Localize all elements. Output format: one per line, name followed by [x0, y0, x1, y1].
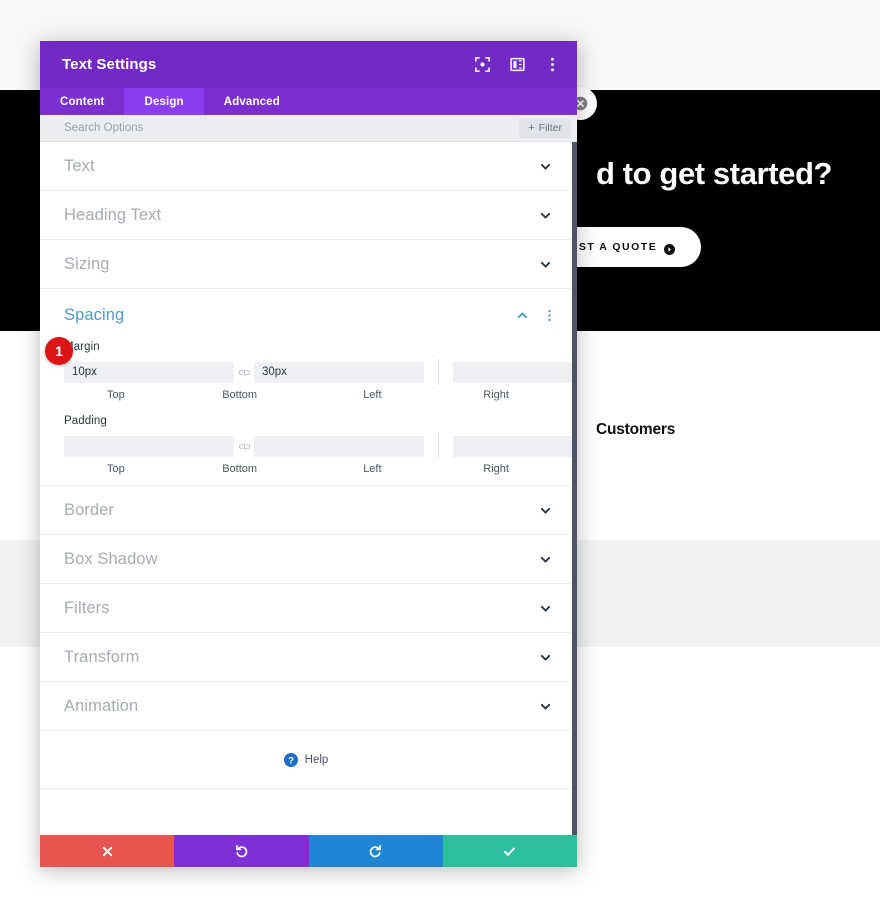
link-broken-icon[interactable] [234, 442, 254, 451]
search-options-row: + Filter [40, 115, 577, 142]
more-vertical-icon[interactable] [544, 56, 561, 73]
padding-horizontal-sublabels: Left Right [321, 463, 549, 475]
margin-left-input[interactable] [453, 361, 572, 383]
quad-divider [438, 433, 439, 459]
section-spacing-header[interactable]: Spacing [40, 289, 572, 341]
cta-heading: d to get started? [596, 156, 833, 191]
modal-header-icons [474, 56, 561, 73]
section-row-transform[interactable]: Transform [40, 633, 572, 682]
margin-horizontal-sublabels: Left Right [321, 389, 549, 401]
margin-horizontal-pair [453, 361, 572, 383]
padding-inputs-row [64, 433, 572, 459]
margin-field-group: Margin 1 10px 30px Top Bottom Left Right [40, 337, 572, 401]
section-row-border[interactable]: Border [40, 486, 572, 535]
margin-inputs-row: 1 [45, 337, 572, 385]
discard-button[interactable] [40, 835, 175, 867]
padding-horizontal-pair [453, 435, 572, 457]
section-title: Transform [64, 647, 140, 666]
padding-label: Padding [64, 415, 107, 427]
modal-tabs: Content Design Advanced [40, 88, 577, 115]
focus-target-icon[interactable] [474, 56, 491, 73]
tab-advanced[interactable]: Advanced [204, 88, 300, 115]
modal-title: Text Settings [62, 56, 157, 73]
section-spacing-icons [516, 309, 556, 322]
sublabel-left: Left [363, 463, 382, 475]
chevron-down-icon [539, 700, 552, 713]
sublabel-top: Top [107, 389, 125, 401]
section-row-text[interactable]: Text [40, 142, 572, 191]
padding-vertical-pair [64, 435, 424, 457]
section-spacing: Spacing Margin 1 10px 30px Top Bottom Le… [40, 289, 572, 486]
chevron-down-icon [539, 553, 552, 566]
panel-layout-icon[interactable] [509, 56, 526, 73]
section-row-sizing[interactable]: Sizing [40, 240, 572, 289]
section-title: Heading Text [64, 205, 162, 224]
filter-button[interactable]: + Filter [519, 118, 571, 138]
section-row-box-shadow[interactable]: Box Shadow [40, 535, 572, 584]
checkmark-icon [504, 847, 516, 856]
padding-vertical-sublabels: Top Bottom [64, 463, 292, 475]
step-badge-1: 1 [45, 337, 73, 365]
sublabel-left: Left [363, 389, 382, 401]
section-row-animation[interactable]: Animation [40, 682, 572, 731]
margin-label: Margin [64, 341, 100, 353]
quad-divider [438, 359, 439, 385]
sublabel-right: Right [483, 463, 509, 475]
margin-top-input[interactable] [64, 361, 234, 383]
section-title: Box Shadow [64, 549, 158, 568]
chevron-down-icon [539, 160, 552, 173]
margin-sublabels-row: Top Bottom Left Right [64, 389, 548, 401]
padding-field-group: Padding Top Bottom Left Right [40, 415, 572, 475]
chevron-down-icon [539, 209, 552, 222]
arrow-right-circle-icon [664, 242, 676, 255]
margin-vertical-pair [64, 361, 424, 383]
sublabel-top: Top [107, 463, 125, 475]
modal-footer-actions [40, 835, 577, 867]
section-row-filters[interactable]: Filters [40, 584, 572, 633]
padding-left-input[interactable] [453, 435, 572, 457]
help-label: Help [304, 753, 329, 766]
margin-vertical-sublabels: Top Bottom [64, 389, 292, 401]
redo-icon [369, 844, 382, 857]
sublabel-bottom: Bottom [222, 463, 258, 475]
section-title: Spacing [64, 305, 125, 324]
chevron-down-icon [539, 651, 552, 664]
section-title: Text [64, 156, 95, 175]
filter-label: Filter [538, 122, 562, 134]
tab-design[interactable]: Design [124, 88, 204, 115]
redo-button[interactable] [308, 835, 443, 867]
text-settings-modal: Text Settings Content Design Advanced Se… [40, 41, 577, 867]
modal-header: Text Settings [40, 41, 577, 88]
chevron-down-icon [539, 504, 552, 517]
svg-text:?: ? [288, 755, 294, 766]
plus-icon: + [528, 121, 535, 134]
search-input[interactable] [64, 122, 520, 134]
customers-label: Customers [596, 421, 676, 438]
section-row-heading-text[interactable]: Heading Text [40, 191, 572, 240]
close-x-icon [102, 846, 112, 856]
more-vertical-icon[interactable] [543, 309, 556, 322]
tab-content[interactable]: Content [40, 88, 124, 115]
padding-top-input[interactable] [64, 435, 234, 457]
chevron-up-icon[interactable] [516, 309, 529, 322]
help-row[interactable]: ? Help [40, 731, 572, 789]
save-button[interactable] [442, 835, 577, 867]
chevron-down-icon [539, 602, 552, 615]
sublabel-right: Right [483, 389, 509, 401]
section-title: Animation [64, 696, 139, 715]
margin-bottom-input[interactable] [254, 361, 424, 383]
help-circle-icon: ? [283, 752, 298, 767]
sublabel-bottom: Bottom [222, 389, 258, 401]
section-title: Border [64, 500, 115, 519]
padding-sublabels-row: Top Bottom Left Right [64, 463, 548, 475]
undo-button[interactable] [174, 835, 309, 867]
link-broken-icon[interactable] [234, 368, 254, 377]
section-title: Filters [64, 598, 110, 617]
padding-bottom-input[interactable] [254, 435, 424, 457]
chevron-down-icon [539, 258, 552, 271]
panel-scrollbar-thumb[interactable] [572, 142, 577, 402]
undo-icon [235, 844, 248, 857]
section-title: Sizing [64, 254, 110, 273]
modal-body: Text Heading Text Sizing Spacing Margin … [40, 142, 577, 835]
